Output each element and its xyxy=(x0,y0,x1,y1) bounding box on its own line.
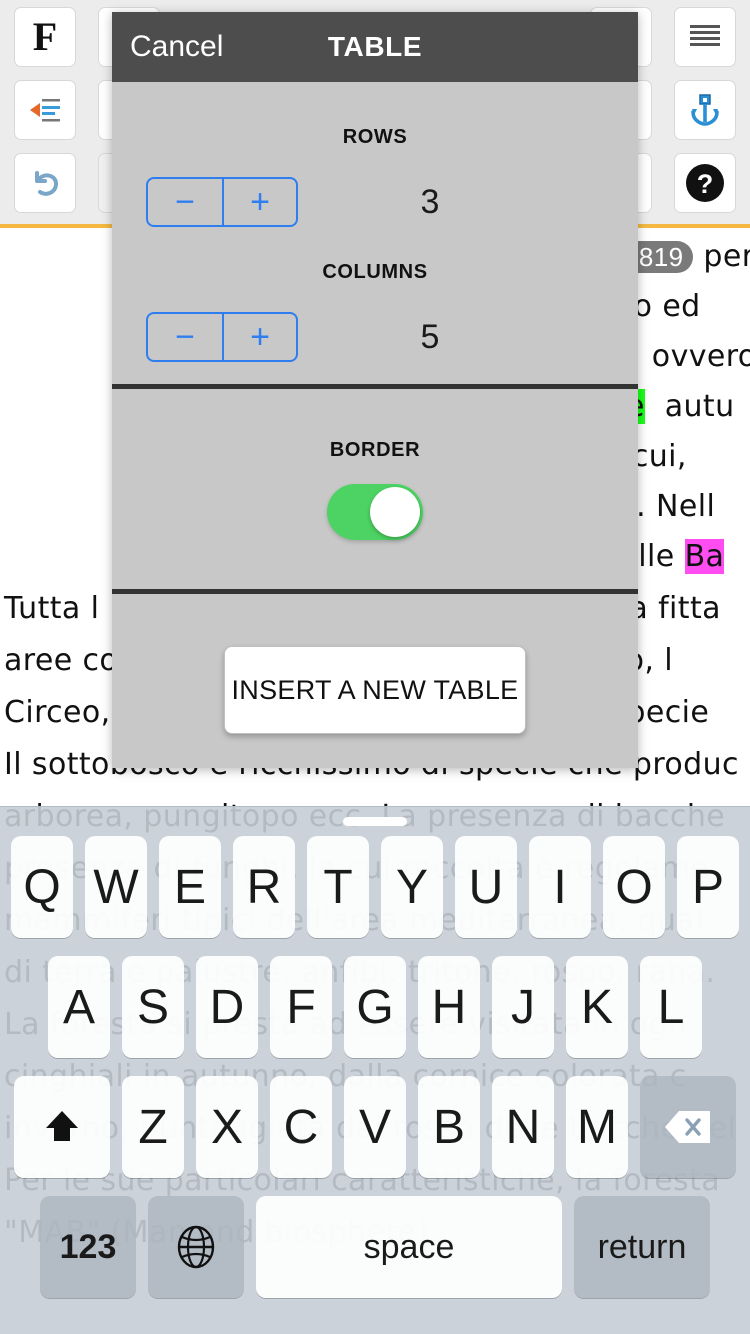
globe-icon xyxy=(173,1224,219,1270)
keyboard-row-3: Z X C V B N M xyxy=(0,1076,750,1178)
help-icon: ? xyxy=(683,161,727,205)
keyboard-row-4: 123 space return xyxy=(0,1196,750,1298)
border-toggle-wrap xyxy=(112,484,638,540)
indent-left-button[interactable] xyxy=(14,79,76,140)
return-key[interactable]: return xyxy=(574,1196,710,1298)
key-z[interactable]: Z xyxy=(122,1076,184,1178)
key-x[interactable]: X xyxy=(196,1076,258,1178)
keyboard-row-2: A S D F G H J K L xyxy=(0,956,750,1058)
key-o[interactable]: O xyxy=(603,836,665,938)
insert-new-table-button[interactable]: INSERT A NEW TABLE xyxy=(224,646,526,734)
numbers-key[interactable]: 123 xyxy=(40,1196,136,1298)
globe-key[interactable] xyxy=(148,1196,244,1298)
border-section: BORDER xyxy=(112,389,638,589)
highlight-pink: Ba xyxy=(684,539,725,574)
key-y[interactable]: Y xyxy=(381,836,443,938)
onscreen-keyboard: Q W E R T Y U I O P A S D F G H J K L Z … xyxy=(0,806,750,1334)
key-v[interactable]: V xyxy=(344,1076,406,1178)
key-f[interactable]: F xyxy=(270,956,332,1058)
key-u[interactable]: U xyxy=(455,836,517,938)
dimensions-section: ROWS − + 3 COLUMNS − + 5 xyxy=(112,82,638,384)
key-h[interactable]: H xyxy=(418,956,480,1058)
key-w[interactable]: W xyxy=(85,836,147,938)
key-a[interactable]: A xyxy=(48,956,110,1058)
key-d[interactable]: D xyxy=(196,956,258,1058)
backspace-icon xyxy=(663,1108,713,1146)
key-e[interactable]: E xyxy=(159,836,221,938)
keyboard-drag-handle[interactable] xyxy=(343,817,407,826)
key-l[interactable]: L xyxy=(640,956,702,1058)
columns-value: 5 xyxy=(420,317,440,356)
key-s[interactable]: S xyxy=(122,956,184,1058)
columns-stepper-row: − + 5 xyxy=(112,306,638,368)
rows-decrement-button[interactable]: − xyxy=(148,179,222,225)
key-i[interactable]: I xyxy=(529,836,591,938)
insert-button-wrap: INSERT A NEW TABLE xyxy=(112,594,638,734)
rows-label: ROWS xyxy=(342,126,408,148)
help-button[interactable]: ? xyxy=(674,152,736,213)
action-section: INSERT A NEW TABLE xyxy=(112,594,638,734)
toggle-knob xyxy=(370,487,420,537)
space-key[interactable]: space xyxy=(256,1196,562,1298)
keyboard-rows: Q W E R T Y U I O P A S D F G H J K L Z … xyxy=(0,826,750,1298)
shift-arrow-icon xyxy=(41,1106,83,1148)
keyboard-row-1: Q W E R T Y U I O P xyxy=(0,836,750,938)
anchor-icon xyxy=(689,93,721,127)
shift-key[interactable] xyxy=(14,1076,110,1178)
undo-icon xyxy=(28,167,62,199)
font-bold-icon: F xyxy=(32,13,58,59)
key-m[interactable]: M xyxy=(566,1076,628,1178)
svg-text:?: ? xyxy=(697,169,714,199)
key-b[interactable]: B xyxy=(418,1076,480,1178)
justify-icon xyxy=(688,23,722,51)
columns-label: COLUMNS xyxy=(322,261,428,283)
border-label: BORDER xyxy=(329,439,421,461)
backspace-key[interactable] xyxy=(640,1076,736,1178)
key-r[interactable]: R xyxy=(233,836,295,938)
indent-left-icon xyxy=(28,95,62,125)
key-n[interactable]: N xyxy=(492,1076,554,1178)
anchor-button[interactable] xyxy=(674,79,736,140)
key-j[interactable]: J xyxy=(492,956,554,1058)
cancel-button[interactable]: Cancel xyxy=(130,30,223,64)
undo-button[interactable] xyxy=(14,152,76,213)
key-t[interactable]: T xyxy=(307,836,369,938)
key-k[interactable]: K xyxy=(566,956,628,1058)
columns-decrement-button[interactable]: − xyxy=(148,314,222,360)
key-p[interactable]: P xyxy=(677,836,739,938)
key-q[interactable]: Q xyxy=(11,836,73,938)
rows-value: 3 xyxy=(420,182,440,221)
key-c[interactable]: C xyxy=(270,1076,332,1178)
font-bold-button[interactable]: F xyxy=(14,6,76,67)
insert-table-dialog: Cancel TABLE ROWS − + 3 COLUMNS − + 5 BO… xyxy=(112,12,638,768)
justify-button[interactable] xyxy=(674,6,736,67)
rows-stepper-row: − + 3 xyxy=(112,171,638,233)
border-toggle[interactable] xyxy=(327,484,423,540)
dialog-titlebar: Cancel TABLE xyxy=(112,12,638,82)
key-g[interactable]: G xyxy=(344,956,406,1058)
